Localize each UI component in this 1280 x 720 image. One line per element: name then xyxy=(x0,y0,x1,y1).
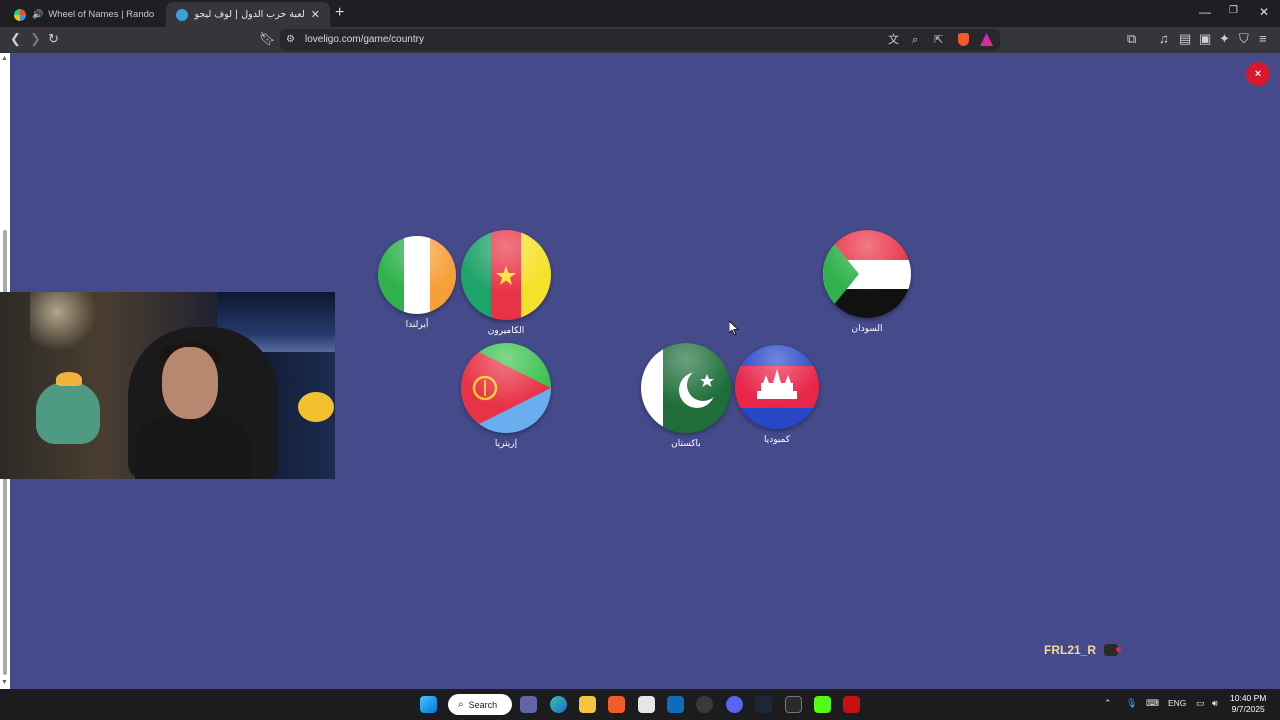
cameroon-flag-icon xyxy=(461,230,551,320)
microphone-icon[interactable]: 🎙︎ xyxy=(1126,698,1137,709)
mouse-cursor-icon xyxy=(729,321,739,336)
display-icon[interactable]: ▭ xyxy=(1196,698,1205,709)
store-icon[interactable] xyxy=(638,696,655,713)
brave-icon[interactable] xyxy=(608,696,625,713)
flag-ireland[interactable]: أيرلندا xyxy=(378,236,456,330)
keyboard-icon[interactable]: ⌨ xyxy=(1146,698,1159,709)
flag-sudan[interactable]: السودان xyxy=(823,230,911,334)
user-avatar xyxy=(1104,644,1122,656)
kick-icon[interactable] xyxy=(814,696,831,713)
webcam-person-head xyxy=(162,347,218,419)
back-icon[interactable]: ❮ xyxy=(10,32,21,46)
site-settings-icon[interactable]: ⚙ xyxy=(286,33,295,47)
windows-taskbar: ⌕ Search ⌃ 🎙︎ ⌨ ENG ▭ 🔊︎ 10:40 PM 9/7/20… xyxy=(0,689,1280,720)
taskbar-clock[interactable]: 10:40 PM 9/7/2025 xyxy=(1230,693,1266,715)
country-label: باكستان xyxy=(671,439,701,449)
share-icon[interactable]: ⇱ xyxy=(934,33,943,47)
menu-icon[interactable]: ≡ xyxy=(1259,32,1267,46)
steam-icon[interactable] xyxy=(755,696,772,713)
address-bar[interactable]: ⚙ loveligo.com/game/country 文 ⌕ ⇱ xyxy=(280,29,1000,51)
search-icon: ⌕ xyxy=(458,699,464,710)
edge-icon[interactable] xyxy=(550,696,567,713)
screenshot-icon[interactable]: ⧉ xyxy=(1127,32,1136,46)
country-label: إريتريا xyxy=(494,439,518,449)
url-text: loveligo.com/game/country xyxy=(305,34,424,45)
new-tab-button[interactable]: + xyxy=(335,5,344,21)
flag-cameroon[interactable]: الكاميرون xyxy=(461,230,551,336)
webcam-cactus-plush xyxy=(36,382,100,444)
flag-pakistan[interactable]: باكستان xyxy=(641,343,731,449)
country-label: كمبوديا xyxy=(763,435,791,445)
file-explorer-icon[interactable] xyxy=(579,696,596,713)
teams-icon[interactable] xyxy=(520,696,537,713)
country-label: الكاميرون xyxy=(487,326,525,336)
scroll-up-icon[interactable]: ▲ xyxy=(1,55,8,62)
wheel-favicon-icon xyxy=(14,8,26,21)
translate-icon[interactable]: 文 xyxy=(888,33,899,47)
brave-shield-icon[interactable] xyxy=(958,33,969,46)
among-us-icon[interactable] xyxy=(843,696,860,713)
restore-icon[interactable]: ❐ xyxy=(1229,5,1238,16)
clock-time: 10:40 PM xyxy=(1230,693,1267,703)
window-close-icon[interactable]: ✕ xyxy=(1259,5,1269,19)
browser-toolbar: ❮ ❯ ↻ 🔖︎ ⚙ loveligo.com/game/country 文 ⌕… xyxy=(0,27,1280,53)
tray-overflow-icon[interactable]: ⌃ xyxy=(1104,698,1112,709)
loveligo-favicon-icon xyxy=(176,8,188,21)
language-indicator[interactable]: ENG xyxy=(1168,698,1186,708)
volume-icon[interactable]: 🔊︎ xyxy=(1212,698,1218,709)
minimize-icon[interactable]: — xyxy=(1199,5,1211,19)
leo-ai-icon[interactable]: ✦ xyxy=(1219,32,1230,46)
vpn-icon[interactable]: ⛉ xyxy=(1239,32,1249,46)
webcam-duck-plush xyxy=(298,392,334,422)
scroll-down-icon[interactable]: ▼ xyxy=(1,679,8,686)
country-label: السودان xyxy=(851,324,883,334)
windows-start-icon[interactable] xyxy=(420,696,437,713)
tab-loveligo[interactable]: لعبة حرب الدول | لوف ليجو يوفر أفـ ✕ xyxy=(166,2,330,27)
close-icon: × xyxy=(1254,68,1262,80)
taskbar-search[interactable]: ⌕ Search xyxy=(448,694,512,715)
pakistan-flag-icon xyxy=(641,343,731,433)
cambodia-flag-icon xyxy=(735,345,819,429)
brave-rewards-icon[interactable] xyxy=(980,33,993,46)
username-text: FRL21_R xyxy=(1044,643,1097,657)
reload-icon[interactable]: ↻ xyxy=(48,32,59,46)
discord-icon[interactable] xyxy=(726,696,743,713)
xbox-icon[interactable] xyxy=(785,696,802,713)
webcam-lights xyxy=(30,292,120,372)
sudan-flag-icon xyxy=(823,230,911,318)
flag-eritrea[interactable]: إريتريا xyxy=(461,343,551,449)
search-label: Search xyxy=(468,699,498,710)
clock-date: 9/7/2025 xyxy=(1231,704,1265,714)
tab-title: لعبة حرب الدول | لوف ليجو يوفر أفـ xyxy=(194,9,305,20)
tab-title: Wheel of Names | Random name xyxy=(48,9,154,20)
country-label: أيرلندا xyxy=(405,320,429,330)
bookmark-icon[interactable]: 🔖︎ xyxy=(259,32,276,46)
flag-cambodia[interactable]: كمبوديا xyxy=(735,345,819,445)
tab-wheel-of-names[interactable]: 🔊 Wheel of Names | Random name xyxy=(4,2,164,27)
close-game-button[interactable]: × xyxy=(1246,62,1270,86)
browser-tab-bar: 🔊 Wheel of Names | Random name لعبة حرب … xyxy=(0,0,1280,27)
tab-close-icon[interactable]: ✕ xyxy=(311,8,320,21)
forward-icon[interactable]: ❯ xyxy=(30,32,41,46)
outlook-icon[interactable] xyxy=(667,696,684,713)
media-icon[interactable]: ♫ xyxy=(1159,32,1169,46)
player-name: FRL21_R xyxy=(1044,643,1122,657)
webcam-person-body xyxy=(135,414,250,479)
speaker-icon[interactable]: 🔊 xyxy=(32,9,43,20)
ireland-flag-icon xyxy=(378,236,456,314)
eritrea-flag-icon xyxy=(461,343,551,433)
webcam-overlay xyxy=(0,292,335,479)
webcam-hat xyxy=(56,372,82,386)
obs-icon[interactable] xyxy=(696,696,713,713)
sidebar-icon[interactable]: ▤ xyxy=(1179,32,1191,46)
zoom-icon[interactable]: ⌕ xyxy=(912,33,918,47)
wallet-icon[interactable]: ▣ xyxy=(1199,32,1211,46)
